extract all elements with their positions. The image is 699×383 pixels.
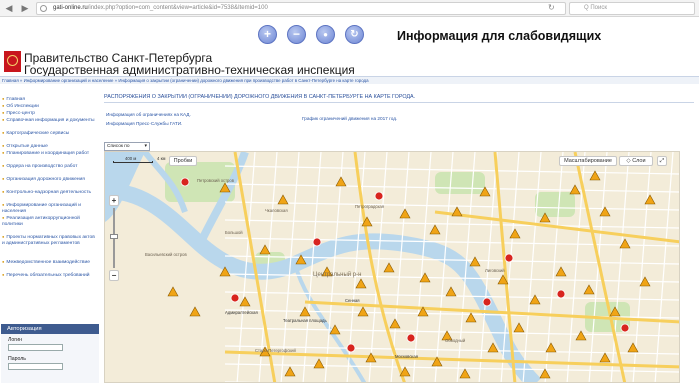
sidebar-item-planning[interactable]: Планирование и координация работ <box>2 150 97 157</box>
fullscreen-icon[interactable]: ⤢ <box>657 156 667 166</box>
zoom-out-button[interactable]: − <box>109 270 119 281</box>
map-label-chkalovskaya: Чкаловская <box>265 208 288 213</box>
stop-marker-9 <box>312 237 322 247</box>
password-input[interactable] <box>8 363 63 370</box>
stop-marker-0 <box>180 177 190 187</box>
schedule-link[interactable]: График ограничений движения на 2017 год. <box>302 116 397 121</box>
auth-title: Авторизация <box>1 324 99 334</box>
info-icon[interactable] <box>40 5 47 12</box>
stop-marker-5 <box>346 343 356 353</box>
map-label-admiralteyskaya: Адмиралтейская <box>225 310 258 315</box>
map-park-2 <box>535 192 575 217</box>
address-bar[interactable]: gati-online.ru/index.php?option=com_cont… <box>36 2 566 15</box>
map-label-petrogradskaya: Петроградская <box>355 204 384 209</box>
decrease-font-button[interactable]: − <box>287 25 306 44</box>
url-path: /index.php?option=com_content&view=artic… <box>87 5 268 11</box>
map-base-layer <box>105 152 679 382</box>
zoom-mode-button[interactable]: Масштабирование <box>559 156 617 166</box>
sidebar-item-anticorruption[interactable]: Реализация антикоррупционной политики <box>2 215 97 227</box>
sidebar-item-reference[interactable]: Справочная информация и документы <box>2 117 97 124</box>
press-info-link[interactable]: Информация Пресс-Службы ГАТИ. <box>106 121 182 126</box>
sidebar-item-drafts[interactable]: Проекты нормативных правовых актов и адм… <box>2 234 97 246</box>
sidebar-item-interagency[interactable]: Межведомственное взаимодействие <box>2 259 97 266</box>
layers-label: Слои <box>632 158 646 164</box>
map-label-bolshoy: Большой <box>225 230 243 235</box>
sidebar-item-home[interactable]: Главная <box>2 96 97 103</box>
page-title: РАСПОРЯЖЕНИЯ О ЗАКРЫТИИ (ОГРАНИЧЕНИИ) ДО… <box>104 94 694 103</box>
back-icon[interactable]: ◀ <box>2 2 16 15</box>
increase-font-button[interactable]: + <box>258 25 277 44</box>
zoom-in-button[interactable]: + <box>109 195 119 206</box>
map-label-obvodny: Обводный <box>445 338 466 343</box>
sidebar-item-supervision[interactable]: Контрольно-надзорная деятельность <box>2 189 97 196</box>
map-label-ligovsky: Лиговский <box>485 268 505 273</box>
stop-marker-2 <box>504 253 514 263</box>
scale-label-left: 400 м <box>125 156 137 161</box>
map-label-sennaya: Сенная <box>345 298 360 303</box>
sidebar-item-open-data[interactable]: Открытые данные <box>2 143 97 150</box>
forward-icon[interactable]: ▶ <box>18 2 32 15</box>
map-label-moskovskaya: Московская <box>395 354 418 359</box>
period-select[interactable]: Список по «Четверг» <box>104 142 150 156</box>
map-label-petrovsky: Петровский остров <box>197 178 235 183</box>
scale-label-right: 4 км <box>157 156 166 161</box>
map-park-1 <box>435 172 485 194</box>
reload-icon[interactable]: ↻ <box>548 3 555 12</box>
stop-marker-1 <box>374 191 384 201</box>
sidebar-item-orders[interactable]: Ордера на производство работ <box>2 163 97 170</box>
sidebar-item-maps[interactable]: Картографические сервисы <box>2 130 97 137</box>
impaired-version-title[interactable]: Информация для слабовидящих <box>397 29 601 43</box>
url-domain: gati-online.ru <box>53 5 88 11</box>
zoom-slider-handle[interactable] <box>110 234 118 239</box>
traffic-button[interactable]: Пробки <box>169 156 197 166</box>
breadcrumb[interactable]: Главная » Информирование организаций и н… <box>0 76 699 84</box>
stop-marker-6 <box>406 333 416 343</box>
layers-button[interactable]: ◇ Слои <box>619 156 653 166</box>
stop-marker-8 <box>620 323 630 333</box>
color-scheme-button[interactable]: ● <box>316 25 335 44</box>
sidebar-item-informing[interactable]: Информирование организаций и населения <box>2 202 97 214</box>
site-title-line2[interactable]: Государственная административно-техничес… <box>24 63 355 77</box>
map-label-theatre: Театральная площадь <box>283 318 327 323</box>
stop-marker-4 <box>230 293 240 303</box>
sidebar-item-requirements[interactable]: Перечень обязательных требований <box>2 272 97 279</box>
password-label: Пароль <box>8 356 26 362</box>
stop-marker-3 <box>556 289 566 299</box>
login-label: Логин <box>8 337 22 343</box>
browser-search-input[interactable]: Q Поиск <box>569 2 695 15</box>
road-closures-map[interactable]: Центральный р-н Петровский остров Петрог… <box>104 151 680 383</box>
map-label-vasilievsky: Васильевский остров <box>145 252 187 257</box>
login-input[interactable] <box>8 344 63 351</box>
kad-info-link[interactable]: Информация об ограничениях на КАД. <box>106 112 191 117</box>
sidebar-item-press[interactable]: Пресс-центр <box>2 110 97 117</box>
sidebar-item-traffic[interactable]: Организация дорожного движения <box>2 176 97 183</box>
emblem-mark <box>7 55 18 66</box>
map-canvas[interactable]: Центральный р-н Петровский остров Петрог… <box>105 152 680 383</box>
scale-bar <box>113 161 153 163</box>
map-scale: 400 м 4 км <box>113 156 167 166</box>
sidebar-item-about[interactable]: Об Инспекции <box>2 103 97 110</box>
map-label-staropeterhof: Старо-Петергофский <box>255 348 296 353</box>
district-label: Центральный р-н <box>313 271 361 278</box>
reset-button[interactable]: ↻ <box>345 25 364 44</box>
stop-marker-7 <box>482 297 492 307</box>
